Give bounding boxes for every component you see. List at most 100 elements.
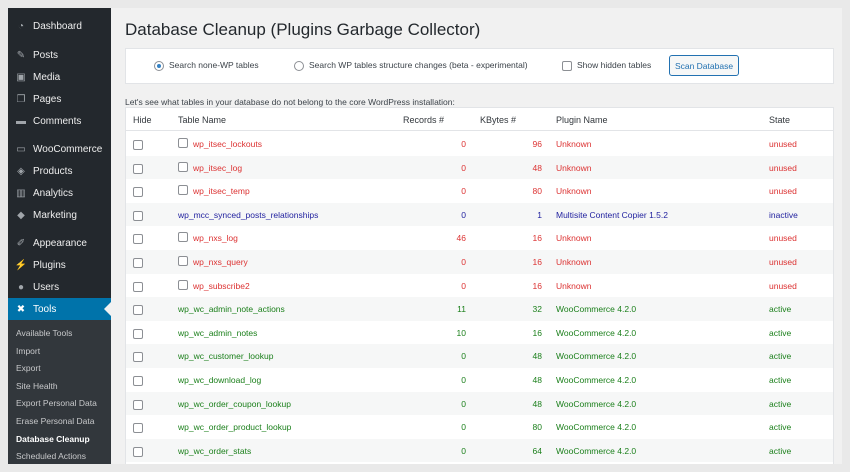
scan-database-button[interactable]: Scan Database — [669, 55, 739, 76]
menu-label: Media — [33, 71, 61, 83]
marketing-icon: ◆ — [17, 209, 25, 221]
records-cell: 0 — [461, 209, 466, 220]
state-cell: unused — [769, 162, 797, 173]
menu-label: Plugins — [33, 259, 66, 271]
menu-item-pages[interactable]: ❐ Pages — [8, 88, 111, 110]
menu-label: Posts — [33, 49, 59, 61]
hide-checkbox[interactable] — [133, 376, 143, 386]
submenu-item-export-personal-data[interactable]: Export Personal Data — [16, 398, 97, 408]
menu-item-analytics[interactable]: ▥ Analytics — [8, 182, 111, 204]
intro-text: Let's see what tables in your database d… — [125, 97, 455, 107]
menu-item-plugins[interactable]: ⚡ Plugins — [8, 254, 111, 276]
wrench-icon: ✖ — [16, 303, 26, 315]
kbytes-cell: 48 — [532, 162, 542, 173]
menu-item-products[interactable]: ◈ Products — [8, 160, 111, 182]
menu-item-tools[interactable]: ✖ Tools — [8, 298, 111, 320]
submenu-item-erase-personal-data[interactable]: Erase Personal Data — [16, 416, 94, 426]
header-table-name: Table Name — [178, 115, 227, 125]
menu-item-comments[interactable]: ▬ Comments — [8, 110, 111, 132]
table-name-cell: wp_nxs_log — [193, 233, 238, 244]
submenu-item-scheduled-actions[interactable]: Scheduled Actions — [16, 451, 86, 461]
active-menu-arrow — [104, 302, 111, 316]
state-cell: active — [769, 422, 792, 433]
radio-search-none-wp[interactable] — [154, 61, 164, 71]
header-state: State — [769, 115, 791, 125]
hide-checkbox[interactable] — [133, 140, 143, 150]
menu-label: Marketing — [33, 209, 77, 221]
table-name-cell: wp_itsec_log — [193, 162, 243, 173]
select-table-checkbox[interactable] — [178, 185, 188, 196]
analytics-icon: ▥ — [16, 187, 26, 199]
table-row: wp_nxs_query 0 16 Unknown unused — [126, 250, 833, 274]
hide-checkbox[interactable] — [133, 446, 143, 457]
header-hide: Hide — [133, 115, 152, 125]
submenu-item-site-health[interactable]: Site Health — [16, 381, 58, 391]
submenu-item-export[interactable]: Export — [16, 363, 41, 373]
submenu-item-database-cleanup[interactable]: Database Cleanup — [16, 434, 90, 444]
menu-item-dashboard[interactable]: ◔ Dashboard — [8, 15, 111, 37]
menu-item-posts[interactable]: ✎ Posts — [8, 44, 111, 66]
menu-label: Users — [33, 281, 60, 293]
hide-checkbox[interactable] — [133, 328, 143, 339]
kbytes-cell: 32 — [532, 304, 542, 315]
hide-checkbox[interactable] — [133, 163, 143, 174]
select-table-checkbox[interactable] — [178, 256, 188, 266]
state-cell: active — [769, 327, 792, 338]
state-cell: active — [769, 398, 792, 409]
select-table-checkbox[interactable] — [178, 279, 188, 290]
table-name-cell: wp_wc_admin_note_actions — [178, 304, 285, 315]
plugin-name-cell: WooCommerce 4.2.0 — [556, 375, 637, 385]
menu-item-users[interactable]: ● Users — [8, 276, 111, 298]
select-table-checkbox[interactable] — [178, 138, 188, 148]
menu-item-appearance[interactable]: ✐ Appearance — [8, 232, 111, 254]
hide-checkbox[interactable] — [133, 234, 143, 245]
kbytes-cell: 96 — [532, 139, 542, 149]
header-plugin-name: Plugin Name — [556, 115, 608, 125]
menu-item-woocommerce[interactable]: ▭ WooCommerce — [8, 138, 111, 160]
records-cell: 11 — [457, 304, 466, 315]
kbytes-cell: 48 — [532, 351, 542, 362]
plugin-name-cell: WooCommerce 4.2.0 — [556, 351, 637, 362]
table-name-cell: wp_mcc_synced_posts_relationships — [178, 209, 319, 220]
comments-icon: ▬ — [16, 115, 26, 127]
media-icon: ▣ — [16, 71, 26, 83]
menu-label: Comments — [33, 115, 82, 127]
hide-checkbox[interactable] — [133, 423, 143, 434]
menu-label: Tools — [33, 303, 57, 315]
select-table-checkbox[interactable] — [178, 161, 188, 172]
records-cell: 0 — [461, 139, 466, 149]
records-cell: 0 — [461, 280, 466, 291]
table-name-cell: wp_itsec_temp — [193, 186, 250, 197]
select-table-checkbox[interactable] — [178, 232, 188, 243]
scan-options-panel: Search none-WP tables Search WP tables s… — [125, 48, 834, 84]
records-cell: 0 — [461, 351, 466, 362]
hide-checkbox[interactable] — [133, 352, 143, 363]
menu-label: Dashboard — [33, 20, 82, 32]
plugin-name-cell: WooCommerce 4.2.0 — [556, 445, 637, 456]
hide-checkbox[interactable] — [133, 305, 143, 316]
show-hidden-checkbox[interactable] — [562, 61, 572, 71]
records-cell: 10 — [456, 327, 466, 338]
records-cell: 0 — [461, 398, 466, 409]
page-title: Database Cleanup (Plugins Garbage Collec… — [125, 20, 481, 39]
kbytes-cell: 80 — [532, 186, 542, 197]
submenu-item-import[interactable]: Import — [16, 346, 40, 356]
kbytes-cell: 1 — [537, 209, 542, 220]
table-name-cell: wp_wc_admin_notes — [178, 327, 258, 338]
hide-checkbox[interactable] — [133, 187, 143, 198]
table-name-cell: wp_nxs_query — [193, 257, 248, 267]
menu-item-media[interactable]: ▣ Media — [8, 66, 111, 88]
hide-checkbox[interactable] — [133, 258, 143, 268]
hide-checkbox[interactable] — [133, 281, 143, 292]
kbytes-cell: 16 — [532, 257, 542, 267]
hide-checkbox[interactable] — [133, 210, 143, 221]
state-cell: unused — [769, 280, 797, 291]
hide-checkbox[interactable] — [133, 399, 143, 410]
plugin-name-cell: Unknown — [556, 162, 592, 173]
kbytes-cell: 16 — [532, 280, 542, 291]
header-kbytes: KBytes # — [480, 115, 517, 125]
menu-item-marketing[interactable]: ◆ Marketing — [8, 204, 111, 226]
submenu-item-available-tools[interactable]: Available Tools — [16, 328, 72, 338]
radio-search-wp-structure[interactable] — [294, 61, 304, 71]
kbytes-cell: 64 — [532, 445, 542, 456]
